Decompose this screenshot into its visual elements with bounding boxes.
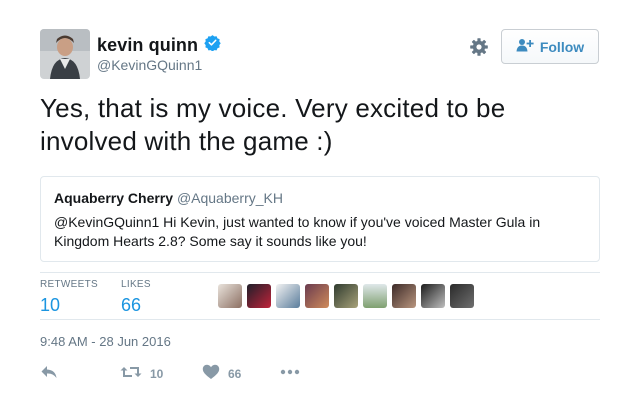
likes-count: 66 [121, 295, 142, 315]
liker-avatar-7[interactable] [392, 284, 416, 308]
likes-label: LIKES [121, 279, 151, 290]
like-button[interactable]: 66 [202, 364, 241, 383]
more-button[interactable] [280, 364, 300, 378]
author-name-row: kevin quinn [97, 34, 221, 56]
quoted-tweet-text: @KevinGQuinn1 Hi Kevin, just wanted to k… [54, 214, 541, 249]
follow-button-label: Follow [539, 38, 585, 55]
author-handle[interactable]: @KevinGQuinn1 [97, 57, 202, 73]
retweets-stat[interactable]: RETWEETS 10 [40, 279, 98, 316]
author-name[interactable]: kevin quinn [97, 35, 198, 56]
retweet-icon [120, 364, 142, 383]
follow-button[interactable]: Follow [501, 29, 599, 64]
retweets-count: 10 [40, 295, 61, 315]
verified-badge-icon [204, 34, 221, 56]
liker-avatar-1[interactable] [218, 284, 242, 308]
liker-avatar-5[interactable] [334, 284, 358, 308]
quoted-author-handle: @Aquaberry_KH [176, 190, 283, 206]
quoted-tweet[interactable]: Aquaberry Cherry @Aquaberry_KH @KevinGQu… [40, 176, 600, 262]
gear-icon[interactable] [469, 37, 489, 57]
reply-icon [40, 364, 58, 383]
liker-avatar-6[interactable] [363, 284, 387, 308]
reply-button[interactable] [40, 364, 58, 383]
retweet-button[interactable]: 10 [120, 364, 163, 383]
heart-icon [202, 364, 220, 383]
like-count: 66 [228, 366, 242, 381]
stats-bottom-divider [40, 319, 600, 320]
tweet-text: Yes, that is my voice. Very excited to b… [40, 93, 506, 156]
retweet-count: 10 [150, 366, 164, 381]
likes-stat[interactable]: LIKES 66 [121, 279, 151, 316]
liker-avatar-3[interactable] [276, 284, 300, 308]
liker-avatar-4[interactable] [305, 284, 329, 308]
liker-avatar-9[interactable] [450, 284, 474, 308]
tweet-timestamp[interactable]: 9:48 AM - 28 Jun 2016 [40, 334, 171, 349]
stats-top-divider [40, 272, 600, 273]
retweets-label: RETWEETS [40, 279, 98, 290]
more-icon [280, 364, 300, 378]
liker-avatar-2[interactable] [247, 284, 271, 308]
liker-avatar-8[interactable] [421, 284, 445, 308]
quoted-author-name: Aquaberry Cherry [54, 190, 174, 206]
quoted-tweet-header: Aquaberry Cherry @Aquaberry_KH [54, 189, 586, 207]
add-user-icon [516, 38, 534, 55]
liker-avatars [218, 284, 474, 308]
author-avatar[interactable] [40, 29, 90, 79]
